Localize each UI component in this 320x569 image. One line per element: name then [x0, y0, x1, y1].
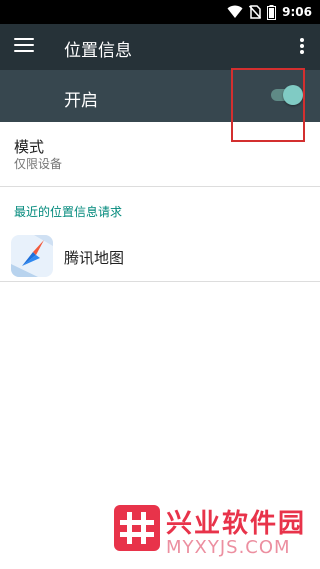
hamburger-menu-icon[interactable] — [14, 38, 34, 56]
battery-icon — [267, 4, 277, 20]
recent-requests-header: 最近的位置信息请求 — [14, 205, 123, 219]
divider — [0, 186, 320, 187]
wifi-icon — [227, 5, 243, 18]
mode-title: 模式 — [14, 138, 45, 156]
switch-label: 开启 — [64, 91, 98, 111]
watermark: 兴业软件园 MYXYJS.COM — [104, 493, 320, 569]
mode-value: 仅限设备 — [14, 157, 63, 171]
status-icons: 9:06 — [227, 0, 312, 24]
app-bar: 位置信息 — [0, 24, 320, 70]
list-item[interactable]: 腾讯地图 — [0, 232, 320, 280]
mode-setting[interactable]: 模式 仅限设备 — [0, 122, 320, 176]
watermark-domain: MYXYJS.COM — [166, 537, 291, 558]
status-bar: 9:06 — [0, 0, 320, 24]
status-time: 9:06 — [282, 5, 312, 19]
divider — [0, 281, 320, 282]
more-vert-icon[interactable] — [298, 38, 306, 56]
tencent-maps-icon — [11, 235, 53, 277]
no-sim-icon — [249, 5, 262, 19]
page-title: 位置信息 — [64, 41, 132, 61]
watermark-name: 兴业软件园 — [166, 509, 307, 539]
app-name: 腾讯地图 — [64, 249, 125, 267]
watermark-logo-icon — [114, 505, 160, 551]
